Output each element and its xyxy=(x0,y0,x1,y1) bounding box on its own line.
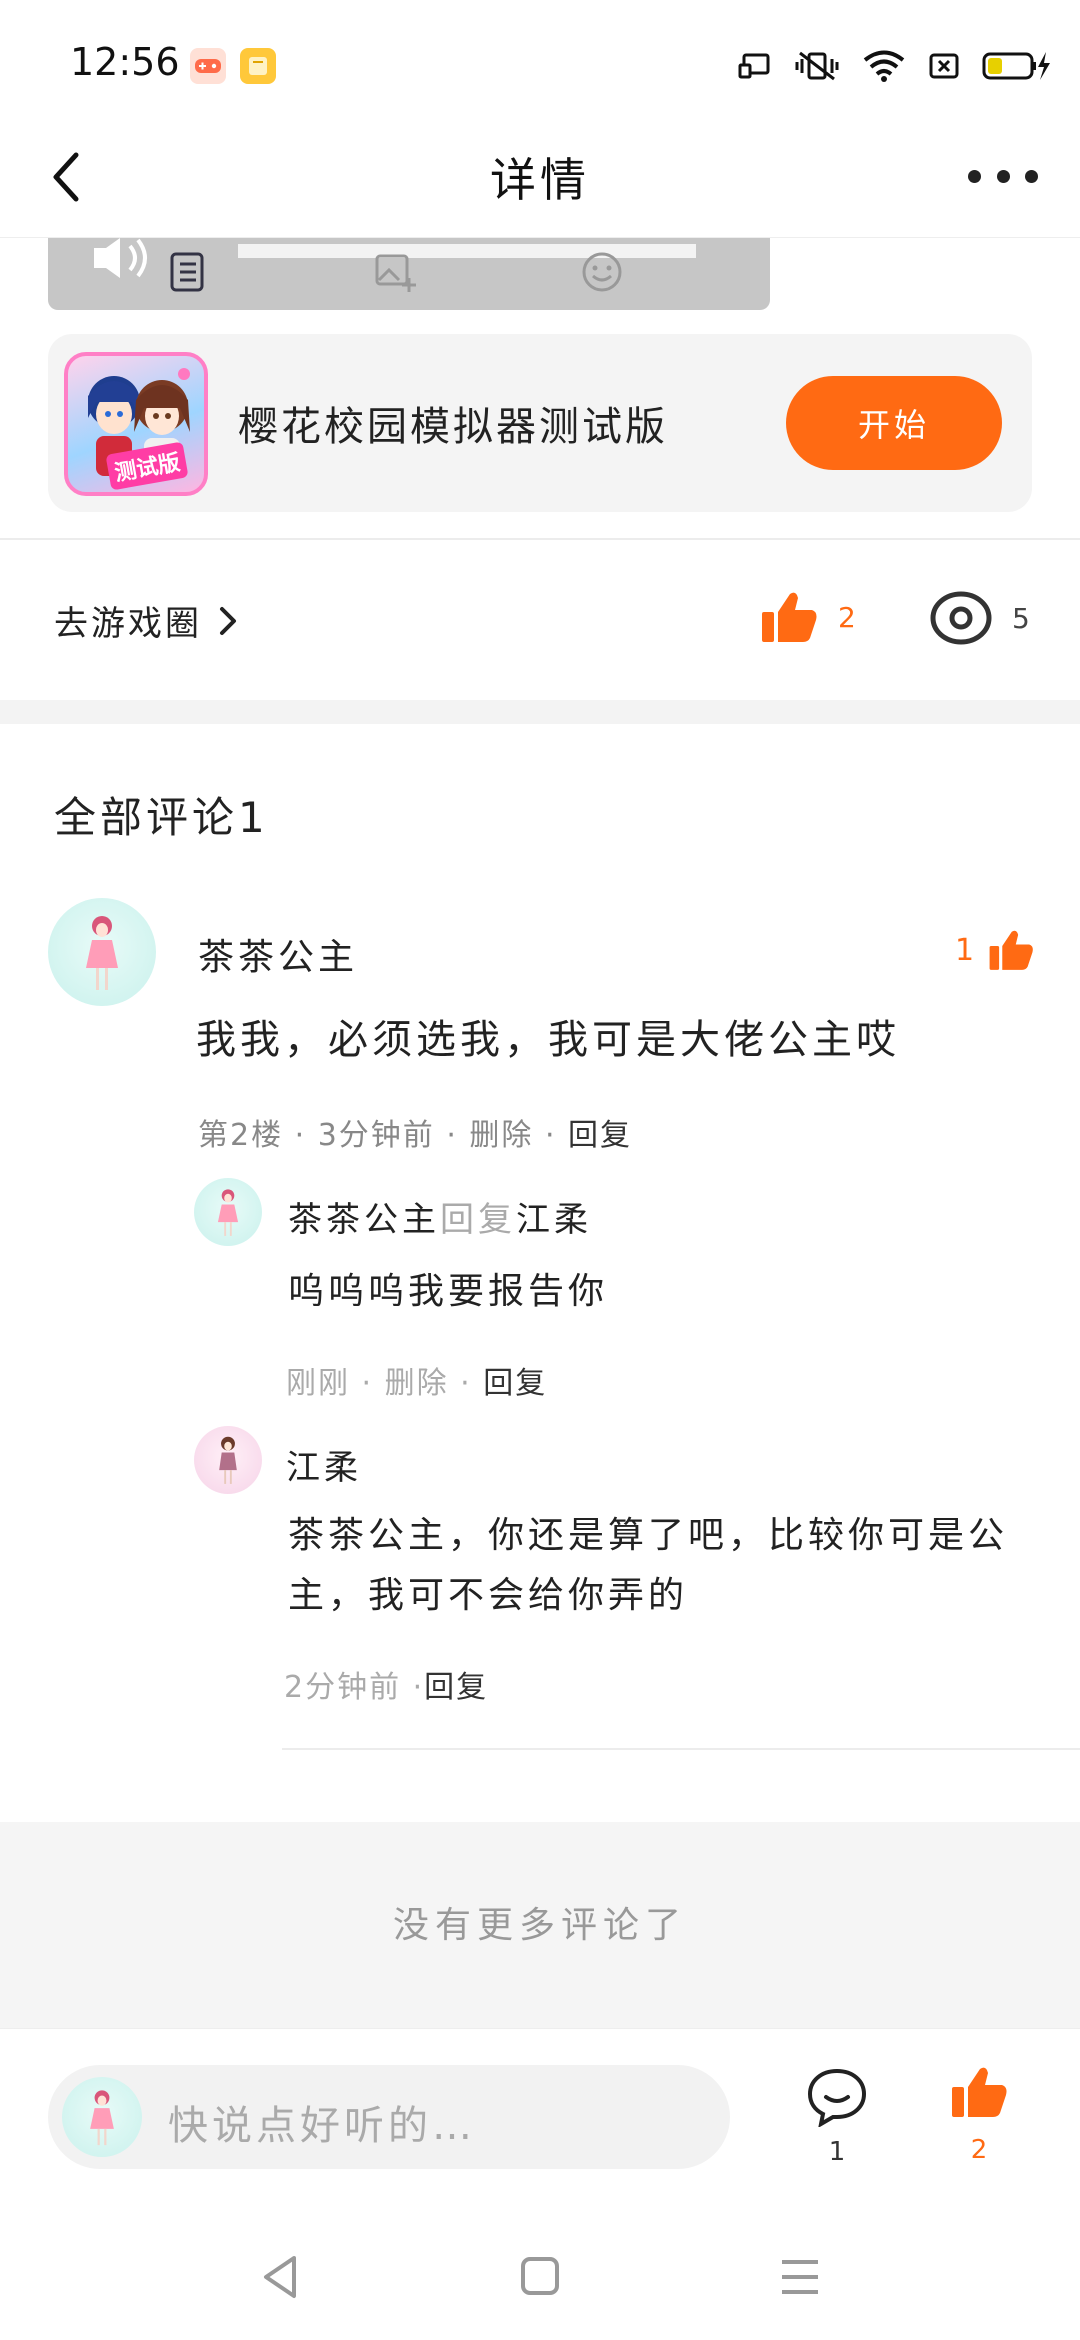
reader-notification-icon xyxy=(240,48,276,84)
go-game-circle-label: 去游戏圈 xyxy=(54,604,202,644)
delete-link[interactable]: 删除 xyxy=(385,1366,449,1401)
comment-like-button[interactable]: 1 xyxy=(955,928,1034,972)
reply-avatar[interactable] xyxy=(194,1178,262,1246)
reply-meta: 2分钟前 ·回复 xyxy=(284,1670,489,1705)
screen-cast-icon xyxy=(738,53,770,79)
document-icon xyxy=(170,252,204,292)
add-image-icon xyxy=(375,254,416,292)
floor-label: 第2楼 xyxy=(198,1118,284,1153)
thumbs-up-icon xyxy=(762,592,817,642)
game-name: 樱花校园模拟器测试版 xyxy=(238,404,668,450)
reply-link[interactable]: 回复 xyxy=(483,1366,547,1401)
comment-count: 1 xyxy=(828,2137,846,2167)
reply-word: 回复 xyxy=(440,1200,516,1240)
delete-link[interactable]: 删除 xyxy=(469,1118,533,1153)
reply-text: 呜呜呜我要报告你 xyxy=(288,1271,609,1312)
sim-card-icon xyxy=(929,53,959,79)
bottom-like-button[interactable]: 2 xyxy=(944,2065,1014,2185)
comment-meta: 第2楼 · 3分钟前 · 删除 · 回复 xyxy=(198,1118,633,1153)
nav-home-icon[interactable] xyxy=(520,2256,560,2296)
chevron-right-icon xyxy=(220,606,236,635)
status-indicators xyxy=(738,46,1052,86)
vibrate-mute-icon xyxy=(795,51,839,81)
comment-text: 我我，必须选我，我可是大佬公主哎 xyxy=(196,1017,900,1063)
avatar[interactable] xyxy=(48,898,156,1006)
comments-title: 全部评论1 xyxy=(54,793,269,842)
comment-input-placeholder: 快说点好听的… xyxy=(168,2103,476,2149)
no-more-comments: 没有更多评论了 xyxy=(392,1905,687,1946)
reply-target-name[interactable]: 江柔 xyxy=(516,1200,592,1240)
reply-user-name[interactable]: 茶茶公主 xyxy=(288,1200,440,1240)
status-time: 12:56 xyxy=(70,40,180,84)
comment-like-count: 1 xyxy=(955,932,975,968)
reply-avatar[interactable] xyxy=(194,1426,262,1494)
my-avatar xyxy=(62,2077,142,2157)
game-center-notification-icon xyxy=(190,48,226,84)
view-counter: 5 xyxy=(930,590,1030,646)
game-thumbnail[interactable]: 测试版 xyxy=(64,352,208,496)
eye-icon xyxy=(930,591,992,645)
wifi-icon xyxy=(863,50,905,82)
post-like-count: 2 xyxy=(838,600,856,634)
thumbs-up-icon xyxy=(989,930,1033,970)
reply-header: 茶茶公主回复江柔 xyxy=(288,1192,592,1241)
divider xyxy=(0,538,1080,540)
go-game-circle-link[interactable]: 去游戏圈 xyxy=(54,596,238,645)
comment-input[interactable]: 快说点好听的… xyxy=(48,2065,730,2169)
post-image-partial[interactable] xyxy=(48,238,770,310)
view-count: 5 xyxy=(1012,601,1030,635)
thumbs-up-icon xyxy=(952,2067,1007,2117)
header: 详情 xyxy=(0,120,1080,238)
divider xyxy=(282,1748,1080,1750)
reply-text-line: 主，我可不会给你弄的 xyxy=(288,1575,689,1616)
reply-text-line: 茶茶公主，你还是算了吧，比较你可是公 xyxy=(288,1515,1009,1556)
reply-time: 2分钟前 xyxy=(284,1670,402,1705)
reply-user-name[interactable]: 江柔 xyxy=(286,1440,362,1489)
status-bar: 12:56 xyxy=(0,0,1080,120)
speaker-icon xyxy=(94,238,147,278)
reply-text: 茶茶公主，你还是算了吧，比较你可是公 主，我可不会给你弄的 xyxy=(288,1506,1028,1626)
chat-bubble-icon xyxy=(807,2068,867,2128)
more-button[interactable] xyxy=(968,156,1038,196)
game-card[interactable]: 测试版 樱花校园模拟器测试版 开始 xyxy=(48,334,1032,512)
nav-menu-icon[interactable] xyxy=(780,2258,820,2296)
nav-back-icon[interactable] xyxy=(260,2254,300,2300)
start-button[interactable]: 开始 xyxy=(786,376,1002,470)
comment-time: 3分钟前 xyxy=(317,1118,435,1153)
system-nav-bar xyxy=(0,2228,1080,2340)
reply-time: 刚刚 xyxy=(286,1366,350,1401)
reply-link[interactable]: 回复 xyxy=(424,1670,488,1705)
page-title: 详情 xyxy=(490,153,590,207)
comment-count-button[interactable]: 1 xyxy=(802,2067,872,2177)
reply-meta: 刚刚 · 删除 · 回复 xyxy=(286,1366,548,1401)
emoji-icon xyxy=(582,252,622,292)
battery-icon xyxy=(982,52,1050,80)
post-like-button[interactable]: 2 xyxy=(760,590,856,644)
reply-link[interactable]: 回复 xyxy=(568,1118,632,1153)
bottom-input-bar: 快说点好听的… 1 2 xyxy=(0,2028,1080,2228)
section-gap xyxy=(0,700,1080,724)
more-dots-icon xyxy=(968,169,981,183)
comment-user-name[interactable]: 茶茶公主 xyxy=(198,928,358,980)
bottom-like-count: 2 xyxy=(970,2135,988,2165)
